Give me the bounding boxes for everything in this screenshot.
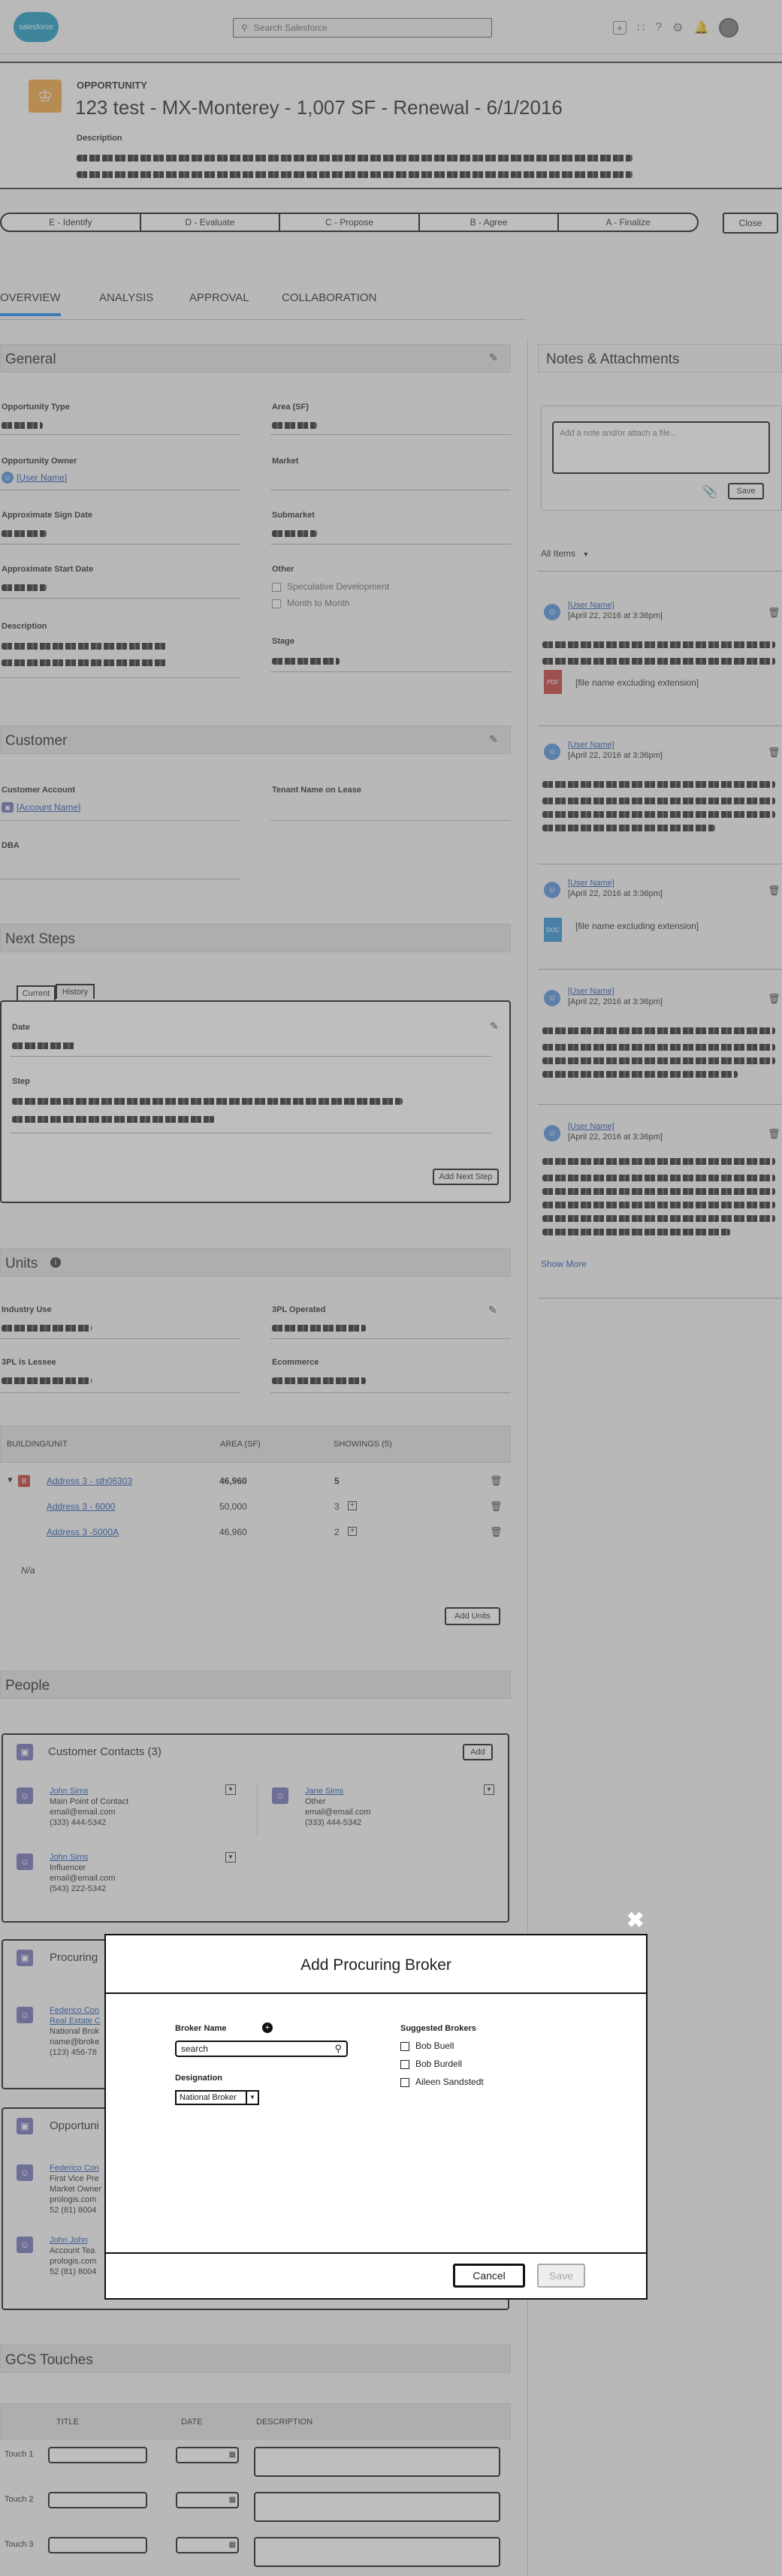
modal-title: Add Procuring Broker [300, 1956, 451, 1974]
suggested-broker-checkbox[interactable]: Bob Buell [400, 2041, 454, 2051]
cancel-button[interactable]: Cancel [453, 2264, 525, 2288]
modal-close-icon[interactable]: ✖ [627, 1908, 644, 1932]
save-button[interactable]: Save [537, 2264, 585, 2288]
chevron-down-icon: ▼ [246, 2092, 258, 2104]
search-value: search [181, 2044, 209, 2054]
suggested-broker-checkbox[interactable]: Aileen Sandstedt [400, 2077, 484, 2087]
broker-search-input[interactable]: search ⚲ [175, 2041, 348, 2057]
modal-header-divider [106, 1992, 646, 1994]
suggested-brokers-label: Suggested Brokers [400, 2024, 476, 2033]
broker-name-label: Broker Name [175, 2024, 227, 2033]
designation-label: Designation [175, 2074, 222, 2083]
search-icon[interactable]: ⚲ [334, 2043, 342, 2055]
add-broker-icon[interactable]: + [262, 2022, 273, 2033]
designation-select[interactable]: National Broker ▼ [175, 2090, 259, 2105]
designation-value: National Broker [180, 2093, 237, 2102]
suggested-broker-checkbox[interactable]: Bob Burdell [400, 2059, 462, 2069]
modal-footer-divider [106, 2252, 646, 2254]
add-procuring-broker-modal: Add Procuring Broker Broker Name + searc… [104, 1934, 648, 2300]
